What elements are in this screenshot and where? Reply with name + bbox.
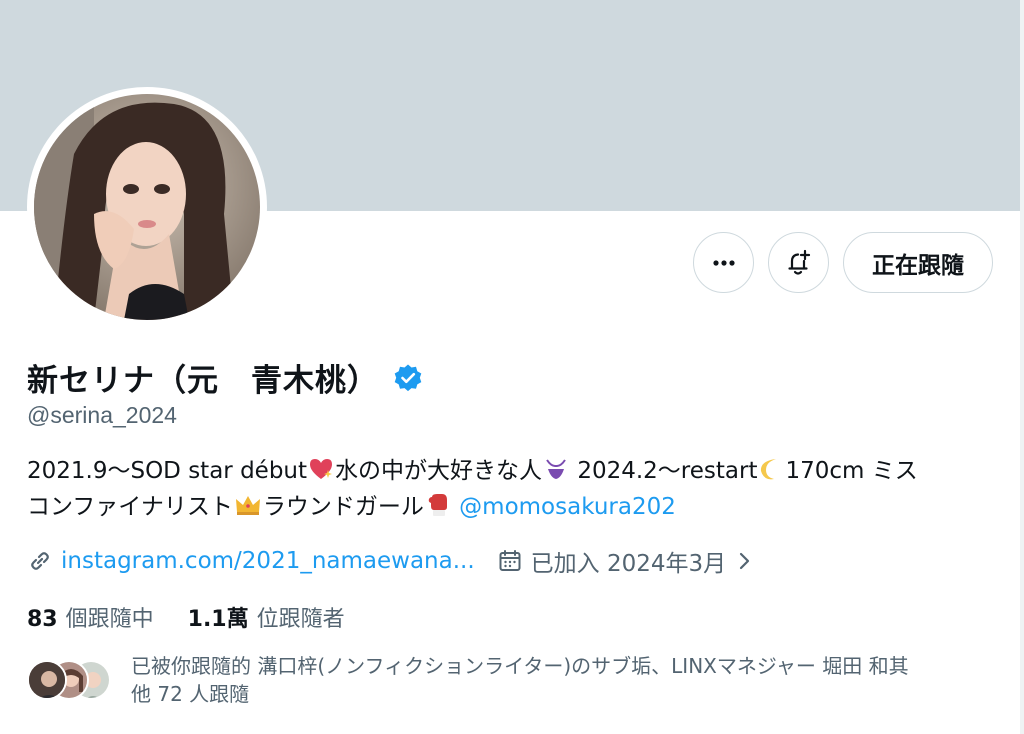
crown-icon [235, 496, 260, 515]
more-button[interactable] [693, 232, 754, 293]
joined-date: 已加入 2024年3月 [530, 551, 727, 577]
followers-you-know-line: 他 72 人跟隨 [131, 682, 250, 706]
avatar [27, 660, 67, 700]
notifications-button[interactable] [768, 232, 829, 293]
following-count: 83 [27, 607, 58, 632]
bio-text: 2024.2～restart [570, 458, 758, 484]
bikini-icon [546, 459, 566, 479]
joined-item[interactable]: 已加入 2024年3月 [497, 544, 756, 578]
follower-avatars [27, 660, 111, 700]
handle: @serina_2024 [27, 402, 177, 428]
crescent-moon-icon [761, 459, 777, 480]
bell-plus-icon [787, 249, 810, 275]
website-link[interactable]: instagram.com/2021_namaewana... [61, 548, 475, 574]
profile-actions: 正在跟隨 [693, 232, 993, 293]
bio-text: 170cm ミス [785, 458, 918, 484]
chevron-right-icon [740, 552, 750, 570]
display-name: 新セリナ（元 青木桃） [27, 363, 379, 399]
avatar[interactable] [34, 94, 260, 320]
more-icon [712, 259, 735, 266]
website-item: instagram.com/2021_namaewana... [27, 548, 475, 574]
bio-text: 水の中が大好きな人 [335, 458, 543, 484]
bio: 2021.9～SOD star début 水の中が大好きな人 2024.2～re… [27, 453, 987, 525]
followers-count: 1.1萬 [187, 607, 249, 632]
following-stat-link[interactable]: 83 個跟隨中 [27, 601, 154, 633]
boxing-glove-icon [428, 494, 447, 516]
follow-stats: 83 個跟隨中 1.1萬 位跟隨者 [27, 601, 345, 633]
followers-you-know[interactable]: 已被你跟隨的 溝口梓(ノンフィクションライター)のサブ垢、LINXマネジャー 堀… [27, 652, 1001, 708]
bio-text: 2021.9～SOD star début [27, 458, 308, 484]
scrollbar-track [1020, 0, 1024, 734]
bio-mention-link[interactable]: @momosakura202 [459, 494, 676, 520]
following-label: 個跟隨中 [65, 607, 154, 632]
sparkling-heart-icon [310, 459, 333, 479]
followers-label: 位跟隨者 [256, 607, 345, 632]
calendar-icon [499, 550, 521, 571]
profile-meta: instagram.com/2021_namaewana... 已加入 2024… [27, 544, 756, 578]
followers-you-know-line: 已被你跟隨的 溝口梓(ノンフィクションライター)のサブ垢、LINXマネジャー 堀… [131, 654, 909, 678]
link-icon [31, 552, 49, 570]
following-button[interactable]: 正在跟隨 [843, 232, 993, 293]
profile-name-row: 新セリナ（元 青木桃） [27, 355, 423, 400]
verified-badge-icon[interactable] [393, 363, 423, 393]
bio-text: コンファイナリスト [27, 494, 233, 520]
followers-stat-link[interactable]: 1.1萬 位跟隨者 [188, 601, 345, 633]
bio-text: ラウンドガール [262, 494, 424, 520]
followers-you-know-text: 已被你跟隨的 溝口梓(ノンフィクションライター)のサブ垢、LINXマネジャー 堀… [131, 652, 1001, 708]
